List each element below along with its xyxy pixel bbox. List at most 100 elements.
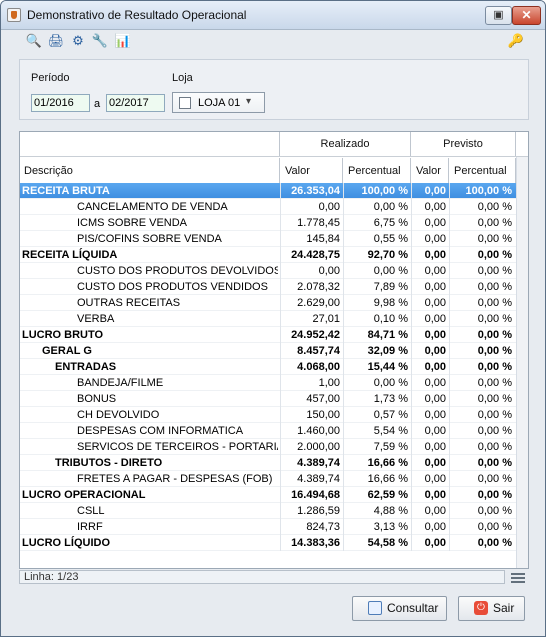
- row-description: CANCELAMENTO DE VENDA: [77, 201, 228, 213]
- table-row[interactable]: RECEITA LÍQUIDA 24.428,75 92,70 % 0,00 0,00 …: [20, 247, 516, 263]
- row-forecast-value: 0,00: [424, 265, 446, 277]
- table-row[interactable]: CSLL 1.286,59 4,88 % 0,00 0,00 %: [20, 503, 516, 519]
- table-row[interactable]: OUTRAS RECEITAS 2.629,00 9,98 % 0,00 0,00 %: [20, 295, 516, 311]
- row-forecast-value: 0,00: [424, 297, 446, 309]
- table-row[interactable]: CH DEVOLVIDO 150,00 0,57 % 0,00 0,00 %: [20, 407, 516, 423]
- row-percent: 3,13 %: [373, 521, 408, 533]
- row-percent: 9,98 %: [373, 297, 408, 309]
- table-row[interactable]: CANCELAMENTO DE VENDA 0,00 0,00 % 0,00 0,00 …: [20, 199, 516, 215]
- table-row[interactable]: FRETES A PAGAR - DESPESAS (FOB) 4.389,74 1…: [20, 471, 516, 487]
- table-row[interactable]: RECEITA BRUTA 26.353,04 100,00 % 0,00 100,00…: [20, 183, 516, 199]
- row-value: 824,73: [306, 521, 340, 533]
- row-description: GERAL G: [42, 345, 92, 357]
- row-value: 1.460,00: [297, 425, 340, 437]
- table-row[interactable]: GERAL G 8.457,74 32,09 % 0,00 0,00 %: [20, 343, 516, 359]
- row-value: 24.428,75: [291, 249, 340, 261]
- chart-icon[interactable]: 📊: [114, 32, 132, 50]
- row-forecast-percent: 0,00 %: [477, 521, 512, 533]
- store-select[interactable]: LOJA 01 ▾: [172, 92, 265, 113]
- row-forecast-percent: 0,00 %: [477, 473, 512, 485]
- row-description: LUCRO LÍQUIDO: [22, 537, 110, 549]
- row-forecast-value: 0,00: [424, 473, 446, 485]
- row-description: DESPESAS COM INFORMATICA: [77, 425, 244, 437]
- row-forecast-value: 0,00: [424, 249, 446, 261]
- row-forecast-percent: 100,00 %: [465, 185, 512, 197]
- row-percent: 0,00 %: [373, 265, 408, 277]
- row-description: IRRF: [77, 521, 103, 533]
- row-forecast-value: 0,00: [424, 521, 446, 533]
- key-icon[interactable]: 🔑: [507, 32, 525, 50]
- description-column-header[interactable]: Descrição: [20, 158, 280, 184]
- table-row[interactable]: TRIBUTOS - DIRETO 4.389,74 16,66 % 0,00 0,00…: [20, 455, 516, 471]
- close-button[interactable]: ✕: [512, 6, 541, 25]
- forecast-value-column-header[interactable]: Valor: [411, 158, 449, 184]
- column-divider: [343, 183, 344, 551]
- table-row[interactable]: CUSTO DOS PRODUTOS DEVOLVIDOS 0,00 0,00 % 0…: [20, 263, 516, 279]
- table-row[interactable]: BONUS 457,00 1,73 % 0,00 0,00 %: [20, 391, 516, 407]
- row-value: 26.353,04: [291, 185, 340, 197]
- sair-button[interactable]: Sair: [458, 596, 525, 621]
- vertical-scrollbar[interactable]: [516, 157, 528, 568]
- row-forecast-percent: 0,00 %: [477, 201, 512, 213]
- table-row[interactable]: SERVICOS DE TERCEIROS - PORTARIA 2.000,00…: [20, 439, 516, 455]
- row-percent: 16,66 %: [367, 457, 408, 469]
- row-forecast-value: 0,00: [424, 313, 446, 325]
- row-percent: 92,70 %: [367, 249, 408, 261]
- period-label: Período: [31, 72, 70, 84]
- table-row[interactable]: IRRF 824,73 3,13 % 0,00 0,00 %: [20, 519, 516, 535]
- window-title: Demonstrativo de Resultado Operacional: [27, 8, 247, 22]
- consultar-label: Consultar: [387, 601, 439, 615]
- table-row[interactable]: DESPESAS COM INFORMATICA 1.460,00 5,54 % 0,…: [20, 423, 516, 439]
- row-forecast-percent: 0,00 %: [477, 377, 512, 389]
- table-row[interactable]: PIS/COFINS SOBRE VENDA 145,84 0,55 % 0,00 0,…: [20, 231, 516, 247]
- row-forecast-percent: 0,00 %: [477, 393, 512, 405]
- tools-icon[interactable]: 🔧: [91, 32, 109, 50]
- chevron-down-icon: ▾: [246, 96, 252, 107]
- row-value: 1,00: [318, 377, 340, 389]
- date-range-separator: a: [94, 98, 101, 110]
- row-percent: 4,88 %: [373, 505, 408, 517]
- document-search-icon[interactable]: 🔍: [25, 32, 43, 50]
- table-row[interactable]: LUCRO LÍQUIDO 14.383,36 54,58 % 0,00 0,00 %: [20, 535, 516, 551]
- row-percent: 0,00 %: [373, 201, 408, 213]
- row-description: FRETES A PAGAR - DESPESAS (FOB): [77, 473, 273, 485]
- table-row[interactable]: ENTRADAS 4.068,00 15,44 % 0,00 0,00 %: [20, 359, 516, 375]
- row-percent: 7,89 %: [373, 281, 408, 293]
- restore-button[interactable]: ▣: [485, 6, 512, 25]
- end-date-field[interactable]: [106, 94, 165, 112]
- table-row[interactable]: CUSTO DOS PRODUTOS VENDIDOS 2.078,32 7,89 …: [20, 279, 516, 295]
- row-value: 4.068,00: [297, 361, 340, 373]
- row-percent: 5,54 %: [373, 425, 408, 437]
- row-description: VERBA: [77, 313, 115, 325]
- row-forecast-percent: 0,00 %: [477, 441, 512, 453]
- row-value: 4.389,74: [297, 473, 340, 485]
- value-column-header[interactable]: Valor: [280, 158, 343, 184]
- row-value: 0,00: [318, 265, 340, 277]
- table-row[interactable]: VERBA 27,01 0,10 % 0,00 0,00 %: [20, 311, 516, 327]
- table-row[interactable]: ICMS SOBRE VENDA 1.778,45 6,75 % 0,00 0,00 %: [20, 215, 516, 231]
- row-value: 2.078,32: [297, 281, 340, 293]
- filter-panel: Período a Loja LOJA 01 ▾: [19, 59, 529, 120]
- row-value: 27,01: [312, 313, 340, 325]
- table-row[interactable]: BANDEJA/FILME 1,00 0,00 % 0,00 0,00 %: [20, 375, 516, 391]
- row-forecast-percent: 0,00 %: [477, 217, 512, 229]
- menu-icon[interactable]: [511, 573, 525, 583]
- forecast-percent-column-header[interactable]: Percentual: [449, 158, 516, 184]
- row-value: 145,84: [306, 233, 340, 245]
- row-description: RECEITA BRUTA: [22, 185, 110, 197]
- start-date-field[interactable]: [31, 94, 90, 112]
- row-description: CH DEVOLVIDO: [77, 409, 160, 421]
- percent-column-header[interactable]: Percentual: [343, 158, 411, 184]
- row-description: BANDEJA/FILME: [77, 377, 164, 389]
- row-percent: 15,44 %: [367, 361, 408, 373]
- row-forecast-value: 0,00: [424, 185, 446, 197]
- row-description: BONUS: [77, 393, 117, 405]
- consultar-button[interactable]: Consultar: [352, 596, 447, 621]
- store-checkbox[interactable]: [179, 97, 191, 109]
- row-forecast-value: 0,00: [424, 217, 446, 229]
- settings-icon[interactable]: ⚙: [69, 32, 87, 50]
- print-icon[interactable]: 🖨: [47, 32, 65, 50]
- table-row[interactable]: LUCRO OPERACIONAL 16.494,68 62,59 % 0,00 0,0…: [20, 487, 516, 503]
- row-value: 8.457,74: [297, 345, 340, 357]
- table-row[interactable]: LUCRO BRUTO 24.952,42 84,71 % 0,00 0,00 %: [20, 327, 516, 343]
